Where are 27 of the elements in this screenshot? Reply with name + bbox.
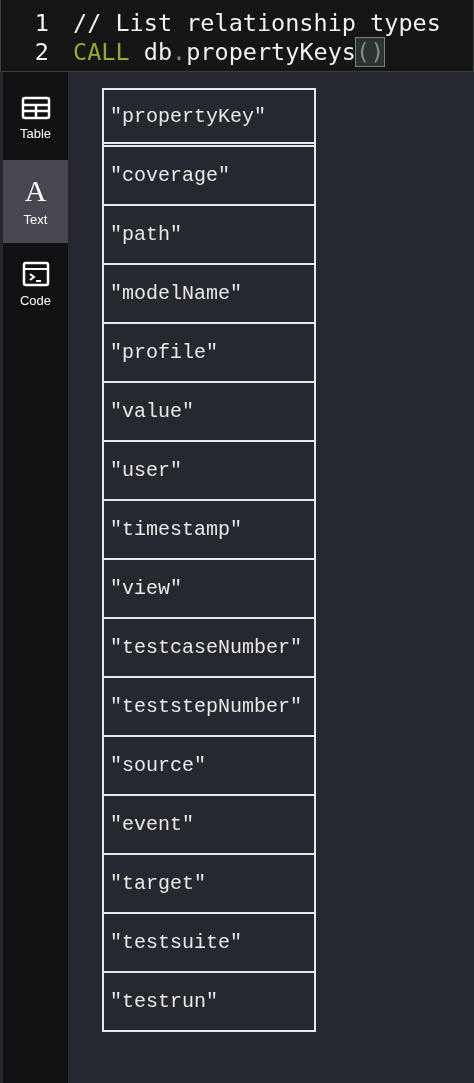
- code-line: CALL db.propertyKeys(): [73, 37, 385, 66]
- table-cell: "source": [104, 737, 314, 796]
- code-editor[interactable]: 1 // List relationship types 2 CALL db.propertyKeys(): [0, 0, 474, 72]
- view-tab[interactable]: Code: [3, 243, 68, 326]
- table-cell: "event": [104, 796, 314, 855]
- table-cell: "path": [104, 206, 314, 265]
- letter-a-icon: A: [24, 176, 47, 206]
- table-cell: "user": [104, 442, 314, 501]
- table-cell: "view": [104, 560, 314, 619]
- view-tab[interactable]: Table: [3, 77, 68, 160]
- table-icon: [20, 96, 51, 120]
- table-cell: "coverage": [104, 147, 314, 206]
- table-cell: "testrun": [104, 973, 314, 1032]
- table-cell: "value": [104, 383, 314, 442]
- table-cell: "testsuite": [104, 914, 314, 973]
- table-cell: "profile": [104, 324, 314, 383]
- table-cell: "testcaseNumber": [104, 619, 314, 678]
- table-cell: "modelName": [104, 265, 314, 324]
- line-number: 2: [33, 37, 50, 66]
- table-cell: "timestamp": [104, 501, 314, 560]
- header-cell: "propertyKey": [104, 90, 314, 147]
- view-tab[interactable]: A Text: [3, 160, 68, 243]
- line-number: 1: [33, 8, 50, 37]
- table-cell: "teststepNumber": [104, 678, 314, 737]
- terminal-icon: [21, 261, 50, 287]
- table-cell: "target": [104, 855, 314, 914]
- code-line: // List relationship types: [73, 8, 441, 37]
